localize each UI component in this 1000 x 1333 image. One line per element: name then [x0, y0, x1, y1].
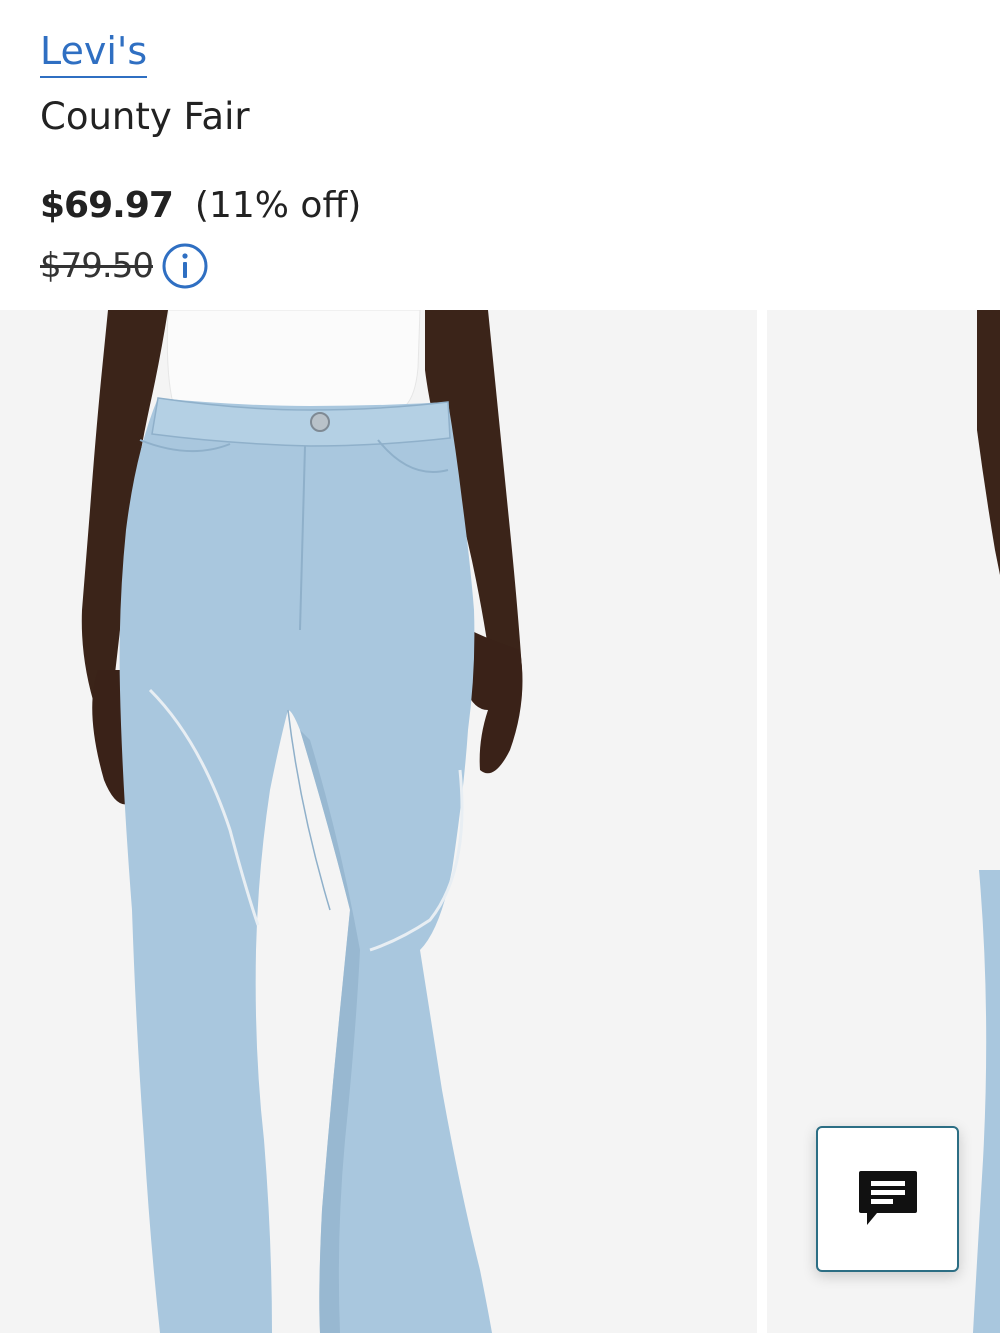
info-circle-icon [162, 243, 208, 289]
original-price-row: $79.50 [40, 242, 209, 290]
brand-link[interactable]: Levi's [40, 29, 148, 78]
discount-percent: (11% off) [194, 185, 362, 226]
sale-price: $69.97 [40, 185, 174, 226]
chat-bubble-icon [858, 1171, 917, 1225]
price-info-button[interactable] [161, 242, 209, 290]
price-row: $69.97 (11% off) [40, 184, 361, 227]
chat-button[interactable] [816, 1126, 959, 1272]
original-price: $79.50 [40, 246, 154, 286]
product-name: County Fair [40, 95, 250, 138]
jeans-model-photo [0, 310, 757, 1333]
product-page: Levi's County Fair $69.97 (11% off) $79.… [0, 0, 1000, 1333]
product-image-front[interactable] [0, 310, 757, 1333]
